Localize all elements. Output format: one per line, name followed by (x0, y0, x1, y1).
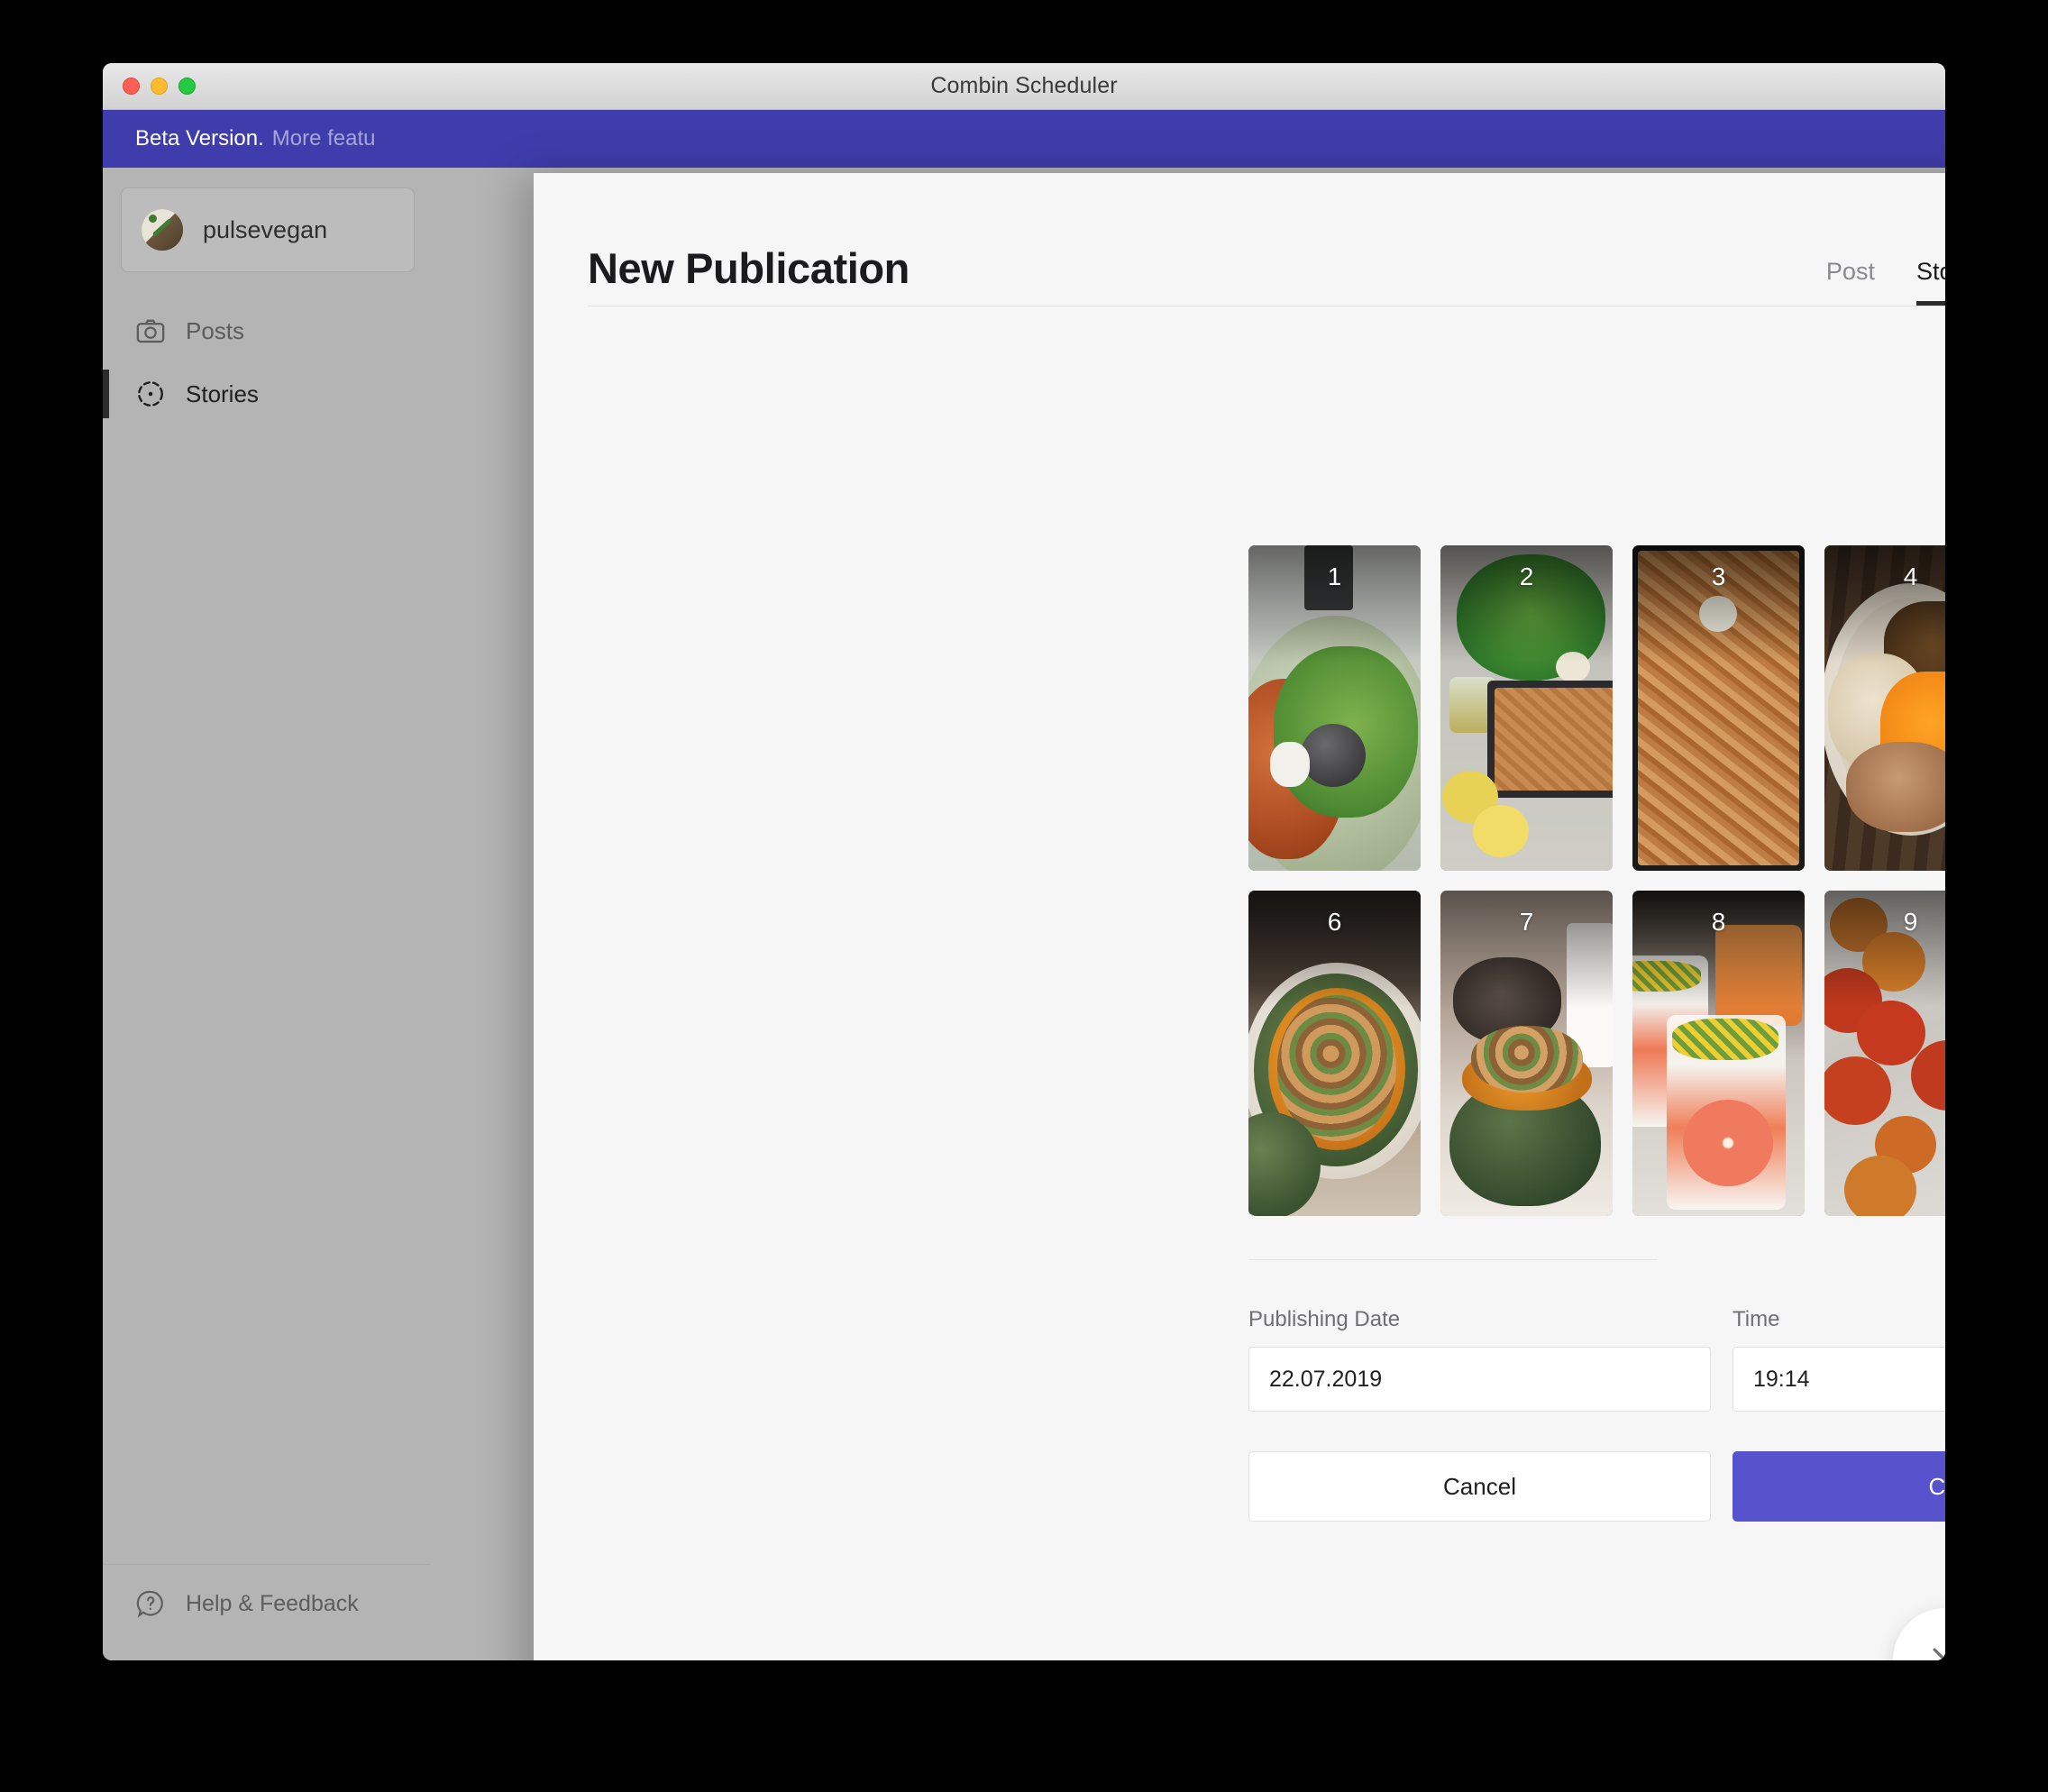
time-label: Time (1733, 1307, 1780, 1331)
sidebar-item-posts[interactable]: Posts (103, 299, 431, 362)
account-name: pulsevegan (203, 215, 328, 243)
window-titlebar: Combin Scheduler (103, 63, 1945, 110)
media-thumbnail[interactable]: 4 (1824, 545, 1945, 871)
close-window-button[interactable] (123, 78, 140, 95)
media-thumbnail[interactable]: 2 (1440, 545, 1613, 871)
sidebar-item-stories-label: Stories (186, 379, 259, 407)
time-field: Time 19:14 (1733, 1307, 1945, 1412)
help-and-feedback-item[interactable]: Help & Feedback (103, 1564, 431, 1619)
thumbnail-number: 6 (1327, 908, 1342, 936)
thumbnail-number: 8 (1711, 908, 1726, 936)
sidebar-item-stories[interactable]: Stories (103, 362, 431, 425)
tab-stories[interactable]: Stories (1915, 258, 1945, 306)
traffic-lights (123, 78, 196, 95)
stories-icon (135, 379, 166, 409)
thumbnail-number: 1 (1327, 562, 1342, 590)
banner-muted-text: More featu (271, 126, 376, 151)
media-thumbnail[interactable]: 9 (1824, 891, 1945, 1216)
help-and-feedback-label: Help & Feedback (186, 1590, 359, 1616)
sidebar: pulsevegan Posts Stories Help & Feedback (103, 168, 431, 1660)
avatar (142, 209, 183, 251)
thumbnail-number: 4 (1903, 562, 1918, 590)
create-button[interactable]: Create (1733, 1451, 1945, 1522)
form-divider (1248, 1259, 1658, 1260)
close-modal-button[interactable] (1893, 1608, 1945, 1660)
publishing-date-field: Publishing Date 22.07.2019 (1248, 1307, 1711, 1412)
zoom-window-button[interactable] (178, 78, 196, 95)
media-thumbnail[interactable]: 8 (1632, 891, 1805, 1216)
page-title: New Publication (588, 244, 910, 292)
account-card[interactable]: pulsevegan (121, 187, 415, 272)
window-title: Combin Scheduler (930, 73, 1118, 98)
thumbnail-number: 2 (1519, 562, 1534, 590)
tab-post[interactable]: Post (1826, 258, 1875, 306)
minimize-window-button[interactable] (151, 78, 168, 95)
sidebar-item-posts-label: Posts (186, 316, 245, 344)
banner-bold-text: Beta Version. (135, 126, 264, 151)
media-thumbnail[interactable]: 6 (1248, 891, 1421, 1216)
form-fields: Publishing Date 22.07.2019 Time 19:14 (1248, 1307, 1945, 1412)
media-thumbnail[interactable]: 7 (1440, 891, 1613, 1216)
thumbnail-number: 7 (1519, 908, 1534, 936)
media-grid: 1 2 3 4 6 7 8 9 (1248, 545, 1945, 1216)
beta-version-banner: Beta Version. More featu (103, 110, 1945, 168)
modal-header: New Publication Post Stories (588, 215, 1945, 306)
publishing-date-label: Publishing Date (1248, 1307, 1401, 1331)
app-window: Combin Scheduler Beta Version. More feat… (103, 63, 1945, 1660)
form-actions: Cancel Create (1248, 1451, 1945, 1522)
media-thumbnail[interactable]: 1 (1248, 545, 1421, 871)
camera-icon (135, 315, 166, 346)
cancel-button[interactable]: Cancel (1248, 1451, 1711, 1522)
thumbnail-number: 3 (1711, 562, 1726, 590)
close-icon (1925, 1641, 1945, 1660)
publish-form: Publishing Date 22.07.2019 Time 19:14 Ca… (1248, 1307, 1945, 1522)
modal-tabs: Post Stories (1826, 258, 1945, 306)
new-publication-modal: New Publication Post Stories 1 2 (534, 173, 1945, 1660)
media-thumbnail[interactable]: 3 (1632, 545, 1805, 871)
time-input[interactable]: 19:14 (1733, 1347, 1945, 1412)
publishing-date-input[interactable]: 22.07.2019 (1248, 1347, 1711, 1412)
question-bubble-icon (135, 1588, 166, 1619)
thumbnail-number: 9 (1903, 908, 1918, 936)
